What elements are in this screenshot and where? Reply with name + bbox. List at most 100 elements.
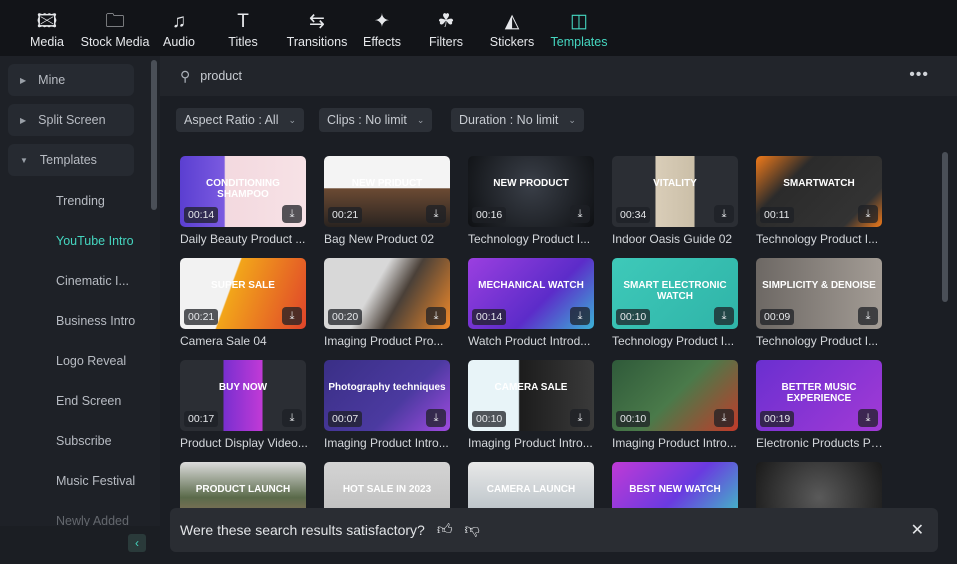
download-icon[interactable]: ⤓ [426,307,446,325]
template-title: Watch Product Introd... [468,334,591,348]
template-card[interactable]: SMART ELECTRONIC WATCH 00:10 ⤓ Technology P… [612,258,738,348]
template-thumbnail[interactable]: VITALITY 00:34 ⤓ [612,156,738,227]
download-icon[interactable]: ⤓ [714,205,734,223]
duration-badge: 00:09 [760,309,795,325]
download-icon[interactable]: ⤓ [282,409,302,427]
template-thumbnail[interactable]: CAMERA SALE 00:10 ⤓ [468,360,594,431]
download-icon[interactable]: ⤓ [570,409,590,427]
sidebar-group-split-screen[interactable]: ▶ Split Screen [8,104,134,136]
download-icon[interactable]: ⤓ [426,409,446,427]
duration-filter[interactable]: Duration : No limit ⌄ [451,108,584,132]
template-card[interactable]: SMARTWATCH 00:11 ⤓ Technology Product I... [756,156,882,246]
tab-transitions[interactable]: ⇆ Transitions [280,0,354,56]
template-card[interactable]: NEW PRODUCT 00:16 ⤓ Technology Product I... [468,156,594,246]
download-icon[interactable]: ⤓ [714,409,734,427]
template-card[interactable]: 00:20 ⤓ Imaging Product Pro... [324,258,450,348]
tab-stock-media[interactable]: 🗀 Stock Media [78,0,152,56]
thumbs-down-icon[interactable]: 👎︎ [465,521,480,539]
thumbnail-overlay-text: BUY NOW [218,382,268,393]
download-icon[interactable]: ⤓ [858,409,878,427]
template-thumbnail[interactable]: BETTER MUSIC EXPERIENCE 00:19 ⤓ [756,360,882,431]
sidebar-item[interactable]: Business Intro [56,314,135,328]
template-thumbnail[interactable]: SIMPLICITY & DENOISE 00:09 ⤓ [756,258,882,329]
template-card[interactable]: VITALITY 00:34 ⤓ Indoor Oasis Guide 02 [612,156,738,246]
stock-media-icon: 🗀 [105,11,125,32]
duration-badge: 00:16 [472,207,507,223]
download-icon[interactable]: ⤓ [570,205,590,223]
template-title: Bag New Product 02 [324,232,435,246]
tab-stickers[interactable]: ◭ Stickers [482,0,542,56]
tab-templates[interactable]: ◫ Templates [542,0,616,56]
tab-audio[interactable]: ♫ Audio [152,0,206,56]
sidebar-item[interactable]: End Screen [56,394,121,408]
download-icon[interactable]: ⤓ [858,205,878,223]
stickers-icon: ◭ [504,11,520,32]
template-thumbnail[interactable]: MECHANICAL WATCH 00:14 ⤓ [468,258,594,329]
template-thumbnail[interactable]: Photography techniques 00:07 ⤓ [324,360,450,431]
tab-label: Templates [550,35,608,49]
sidebar-group-templates[interactable]: ▼ Templates [8,144,134,176]
tab-label: Titles [228,35,258,49]
template-card[interactable]: SUPER SALE 00:21 ⤓ Camera Sale 04 [180,258,306,348]
sidebar-item[interactable]: Music Festival [56,474,135,488]
sidebar: ▶ Mine ▶ Split Screen ▼ Templates Trending Y… [0,56,160,564]
top-toolbar: 🖾 Media 🗀 Stock Media ♫ Audio T Titles ⇆ Transiti… [0,0,957,56]
sidebar-item[interactable]: Trending [56,194,105,208]
collapse-sidebar-button[interactable]: ‹ [128,534,146,552]
sidebar-item[interactable]: Subscribe [56,434,112,448]
template-title: Technology Product I... [468,232,591,246]
template-card[interactable]: CONDITIONING SHAMPOO 00:14 ⤓ Daily Beauty P… [180,156,306,246]
template-thumbnail[interactable]: BUY NOW 00:17 ⤓ [180,360,306,431]
thumbnail-overlay-text: SIMPLICITY & DENOISE [762,280,876,291]
download-icon[interactable]: ⤓ [714,307,734,325]
audio-icon: ♫ [171,11,187,32]
template-card[interactable]: SIMPLICITY & DENOISE 00:09 ⤓ Technology Pro… [756,258,882,348]
template-thumbnail[interactable]: 00:10 ⤓ [612,360,738,431]
template-thumbnail[interactable]: 00:20 ⤓ [324,258,450,329]
aspect-ratio-filter[interactable]: Aspect Ratio : All ⌄ [176,108,305,132]
template-thumbnail[interactable]: NEW PRODUCT 00:16 ⤓ [468,156,594,227]
clips-filter[interactable]: Clips : No limit ⌄ [319,108,433,132]
sidebar-item[interactable]: YouTube Intro [56,234,134,248]
template-card[interactable]: NEW PRIDUCT 00:21 ⤓ Bag New Product 02 [324,156,450,246]
template-card[interactable]: MECHANICAL WATCH 00:14 ⤓ Watch Product Intr… [468,258,594,348]
template-thumbnail[interactable]: NEW PRIDUCT 00:21 ⤓ [324,156,450,227]
template-title: Imaging Product Intro... [612,436,737,450]
caret-right-icon: ▶ [20,75,27,85]
search-input[interactable] [200,69,362,83]
sidebar-group-mine[interactable]: ▶ Mine [8,64,134,96]
download-icon[interactable]: ⤓ [570,307,590,325]
template-card[interactable]: 00:10 ⤓ Imaging Product Intro... [612,360,738,450]
download-icon[interactable]: ⤓ [282,307,302,325]
template-card[interactable]: Photography techniques 00:07 ⤓ Imaging Prod… [324,360,450,450]
template-card[interactable]: BUY NOW 00:17 ⤓ Product Display Video... [180,360,308,450]
tab-titles[interactable]: T Titles [206,0,280,56]
tab-effects[interactable]: ✦ Effects [354,0,410,56]
download-icon[interactable]: ⤓ [282,205,302,223]
tab-label: Transitions [286,35,348,49]
thumbnail-overlay-text: VITALITY [653,178,697,189]
template-thumbnail[interactable]: SMARTWATCH 00:11 ⤓ [756,156,882,227]
template-card[interactable]: CAMERA SALE 00:10 ⤓ Imaging Product Intro..… [468,360,594,450]
download-icon[interactable]: ⤓ [858,307,878,325]
tab-media[interactable]: 🖾 Media [16,0,78,56]
template-thumbnail[interactable]: CONDITIONING SHAMPOO 00:14 ⤓ [180,156,306,227]
search-icon: ⚲ [180,67,191,84]
tab-filters[interactable]: ☘ Filters [410,0,482,56]
thumbnail-overlay-text: NEW PRIDUCT [351,178,423,189]
template-card[interactable]: BETTER MUSIC EXPERIENCE 00:19 ⤓ Electronic … [756,360,884,450]
more-options-icon[interactable]: ••• [909,66,929,84]
sidebar-item[interactable]: Logo Reveal [56,354,126,368]
template-thumbnail[interactable]: SUPER SALE 00:21 ⤓ [180,258,306,329]
download-icon[interactable]: ⤓ [426,205,446,223]
template-title: Imaging Product Intro... [324,436,449,450]
sidebar-scrollbar[interactable] [151,60,157,210]
template-title: Technology Product I... [756,334,879,348]
close-icon[interactable]: ✕ [911,520,924,540]
results-scrollbar[interactable] [942,152,948,302]
sidebar-item[interactable]: Cinematic I... [56,274,129,288]
template-title: Technology Product I... [756,232,879,246]
thumbnail-overlay-text: BEST NEW WATCH [629,484,721,495]
template-thumbnail[interactable]: SMART ELECTRONIC WATCH 00:10 ⤓ [612,258,738,329]
thumbs-up-icon[interactable]: 👍︎ [437,521,453,539]
